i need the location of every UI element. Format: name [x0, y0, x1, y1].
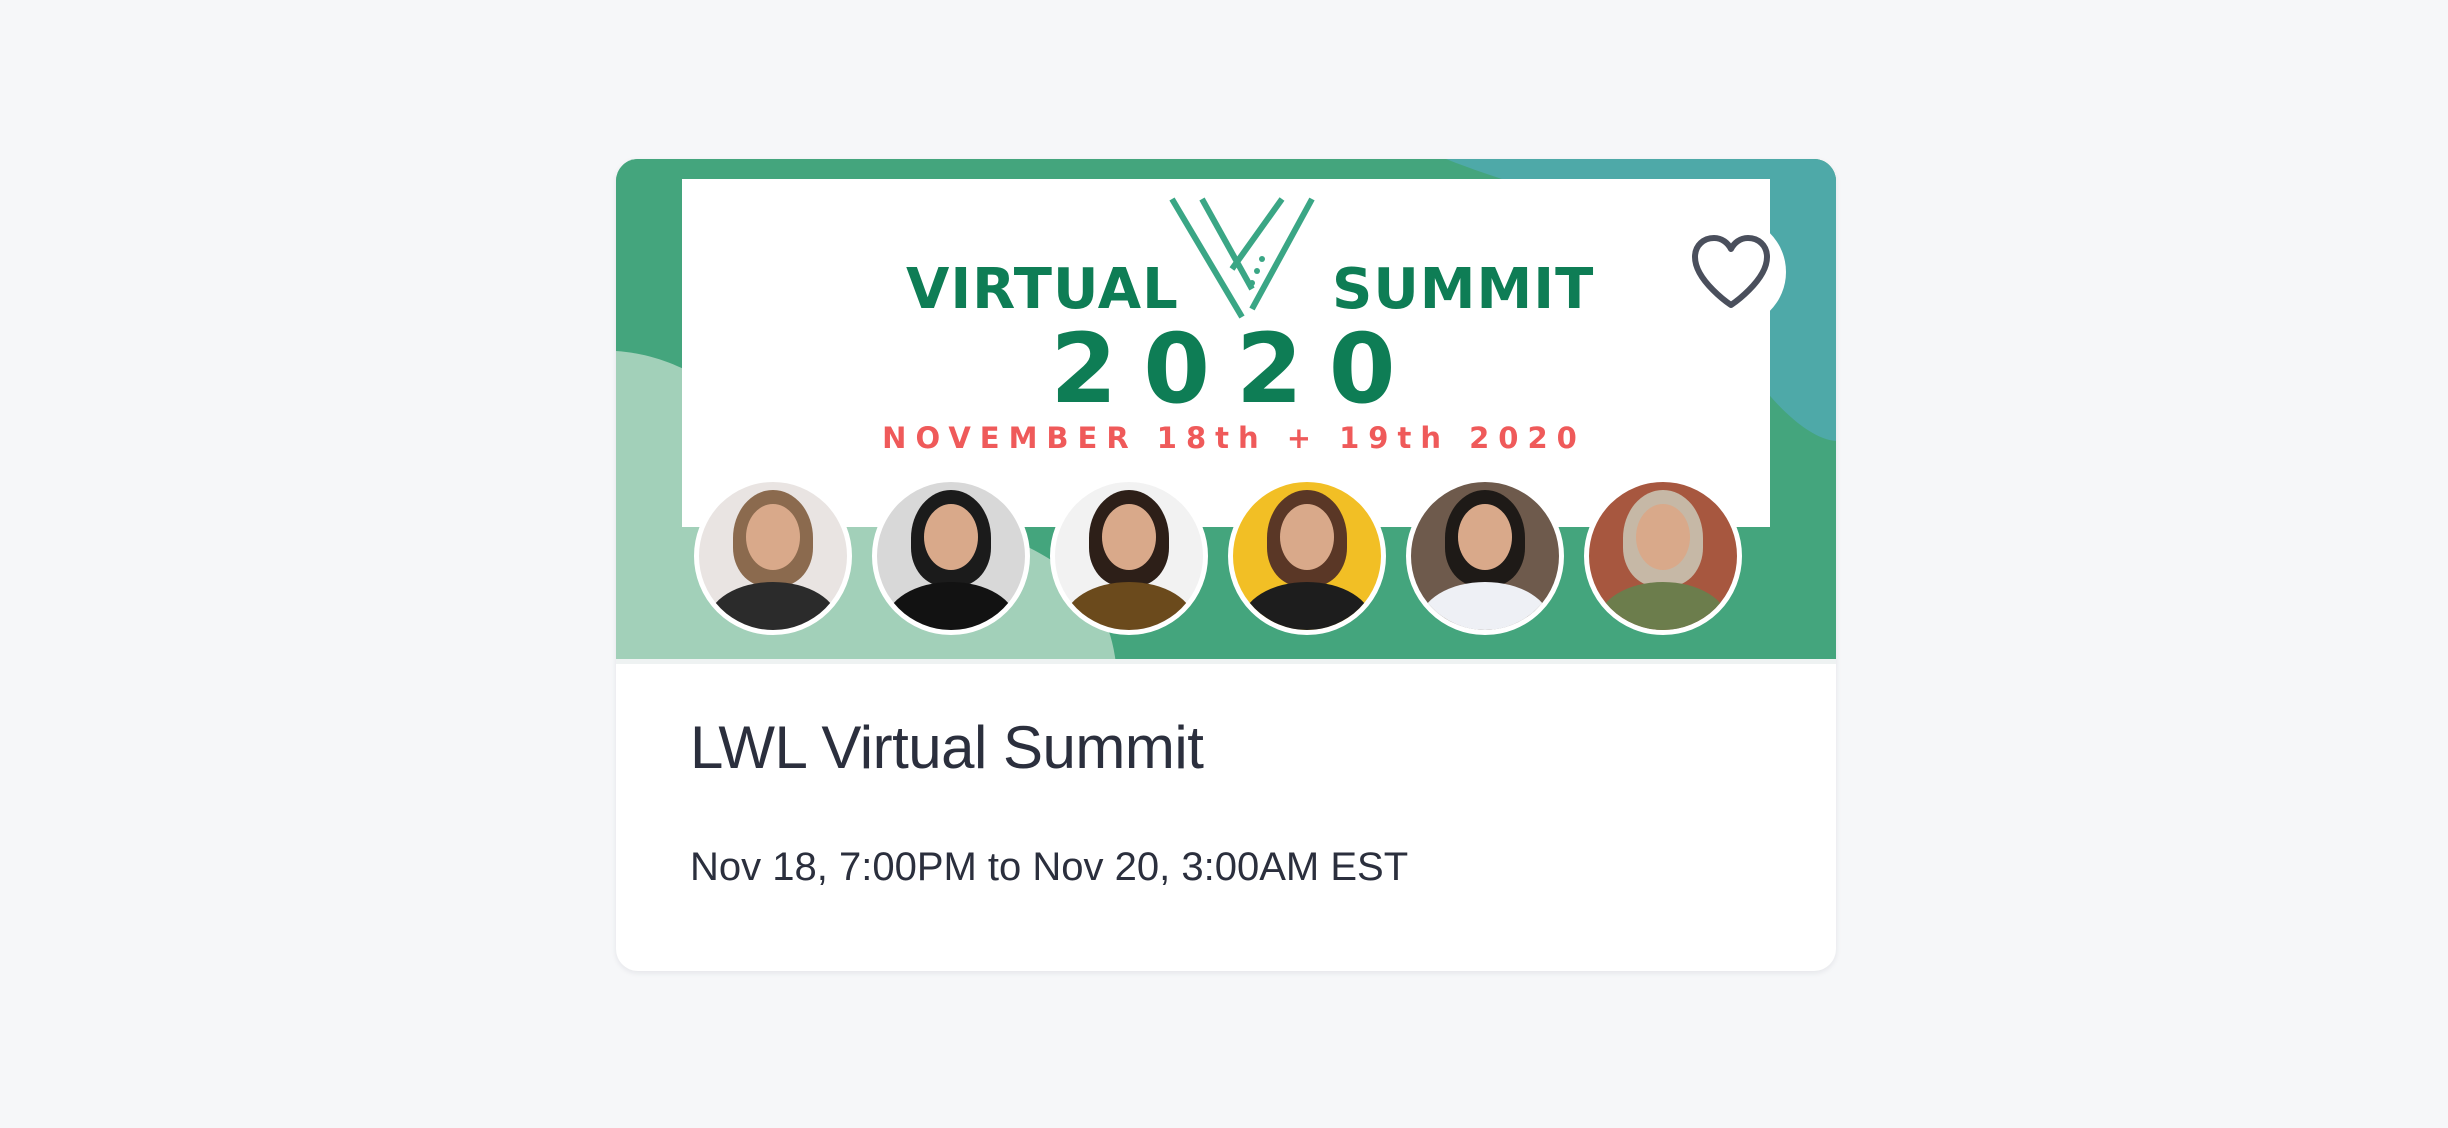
favorite-button[interactable] [1676, 217, 1786, 327]
event-datetime: Nov 18, 7:00PM to Nov 20, 3:00AM EST [690, 845, 1409, 889]
event-title[interactable]: LWL Virtual Summit [690, 713, 1204, 782]
speaker-photo-5 [1406, 477, 1564, 635]
banner-white-panel: VIRTUAL SUMMIT 2020 [682, 179, 1770, 527]
event-banner-image[interactable]: VIRTUAL SUMMIT 2020 NOVEMBER 18th + 19th… [616, 159, 1836, 664]
banner-dates: NOVEMBER 18th + 19th 2020 [882, 421, 1586, 455]
event-card[interactable]: VIRTUAL SUMMIT 2020 NOVEMBER 18th + 19th… [616, 159, 1836, 971]
speaker-photo-6 [1584, 477, 1742, 635]
banner-year: 2020 [1050, 313, 1422, 425]
speaker-row [694, 477, 1774, 635]
speaker-photo-2 [872, 477, 1030, 635]
speaker-photo-4 [1228, 477, 1386, 635]
heart-outline-icon [1692, 235, 1770, 308]
speaker-photo-3 [1050, 477, 1208, 635]
summit-v-logo-icon [1169, 197, 1315, 319]
speaker-photo-1 [694, 477, 852, 635]
